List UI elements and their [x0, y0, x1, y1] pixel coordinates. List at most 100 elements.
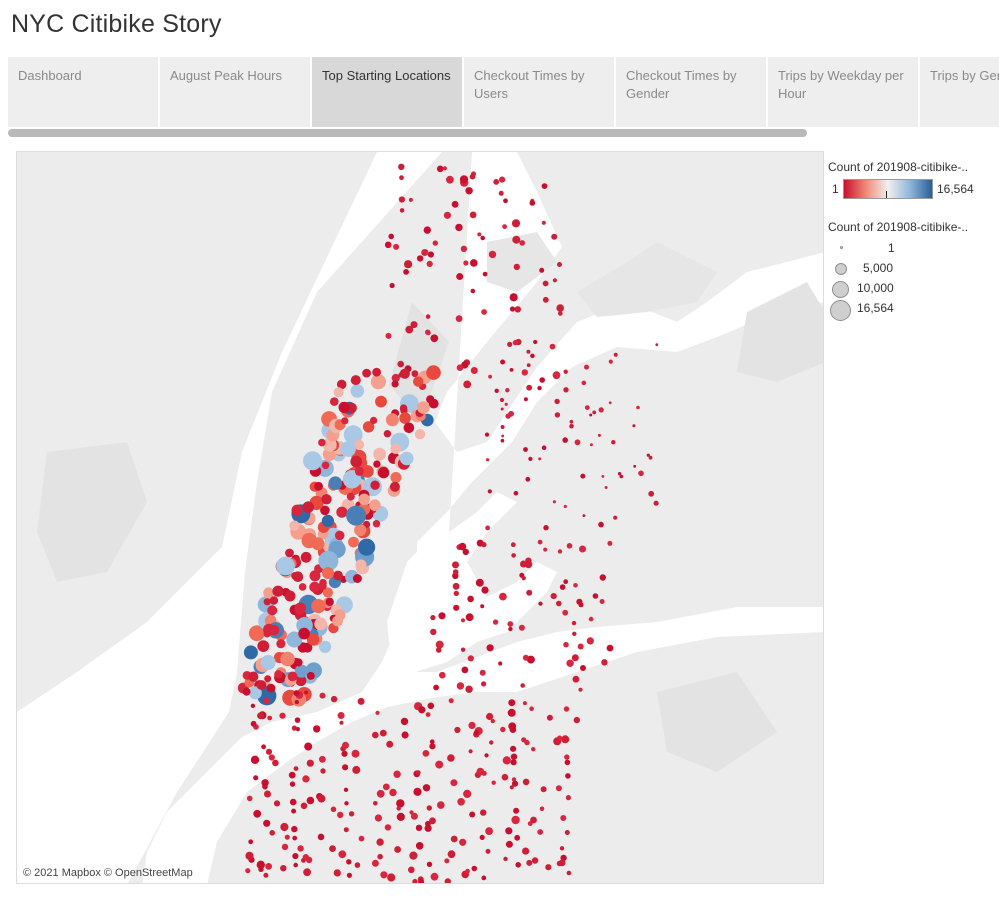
- station-dot: [486, 644, 494, 652]
- station-dot: [292, 835, 298, 841]
- station-dot: [526, 363, 531, 368]
- station-dot: [498, 190, 504, 196]
- station-dot: [521, 576, 526, 581]
- station-dot: [557, 549, 563, 554]
- station-dot: [263, 872, 269, 878]
- station-dot: [507, 708, 516, 717]
- station-dot: [566, 543, 573, 549]
- station-dot: [393, 243, 400, 250]
- tab-trips-by-gender[interactable]: Trips by Gender(..: [920, 57, 999, 127]
- station-dot: [260, 655, 276, 670]
- tab-dashboard[interactable]: Dashboard: [8, 57, 158, 127]
- station-dot: [541, 445, 547, 451]
- station-dot: [350, 455, 363, 468]
- station-dot: [526, 384, 533, 391]
- station-dot: [501, 434, 505, 438]
- station-dot: [580, 473, 586, 479]
- station-dot: [399, 175, 404, 181]
- station-dot: [372, 520, 381, 528]
- station-dot: [531, 857, 539, 864]
- station-dot: [291, 808, 297, 814]
- station-dot: [508, 699, 516, 707]
- station-dot: [509, 368, 514, 372]
- map-attribution[interactable]: © 2021 Mapbox © OpenStreetMap: [23, 867, 193, 879]
- station-dot: [584, 364, 589, 370]
- station-dot: [341, 750, 348, 757]
- station-dot: [504, 402, 508, 406]
- station-dot: [564, 830, 570, 835]
- station-dot: [465, 187, 473, 195]
- station-dot: [529, 200, 536, 206]
- station-dot: [508, 626, 513, 632]
- station-dot: [588, 616, 594, 622]
- tab-trips-by-weekday-per-hour[interactable]: Trips by Weekday per Hour: [768, 57, 918, 127]
- station-dot: [433, 684, 439, 691]
- station-dot: [578, 687, 583, 692]
- station-dot: [563, 706, 570, 712]
- station-dot: [279, 712, 286, 719]
- station-dot: [304, 742, 313, 751]
- station-dot: [426, 861, 433, 867]
- station-dot: [321, 461, 330, 470]
- station-dot: [300, 551, 312, 563]
- size-legend-item: 1: [828, 239, 988, 259]
- station-dot: [559, 846, 565, 851]
- tabs-scrollbar[interactable]: [8, 129, 807, 137]
- station-dot: [373, 801, 378, 806]
- station-dot: [396, 799, 405, 808]
- station-dot: [501, 773, 509, 781]
- station-dot: [414, 429, 426, 440]
- station-dot: [447, 850, 456, 859]
- station-dot: [423, 226, 431, 234]
- station-dot: [572, 675, 580, 683]
- station-dot: [589, 413, 593, 417]
- station-dot: [269, 625, 280, 636]
- station-dot: [447, 754, 455, 762]
- station-dot: [357, 697, 365, 705]
- station-dot: [352, 765, 361, 774]
- station-dot: [543, 525, 549, 531]
- station-map[interactable]: © 2021 Mapbox © OpenStreetMap: [16, 151, 824, 884]
- station-dot: [459, 838, 467, 846]
- size-legend-title: Count of 201908-citibike-..: [828, 220, 969, 234]
- station-dot: [550, 593, 557, 600]
- station-dot: [399, 412, 411, 424]
- station-dot: [376, 789, 385, 798]
- station-dot: [422, 784, 431, 792]
- station-dot: [344, 801, 349, 806]
- station-dot: [492, 619, 499, 625]
- station-dot: [502, 224, 507, 229]
- station-dot: [248, 671, 259, 682]
- station-dot: [526, 859, 533, 866]
- station-dot: [581, 380, 587, 386]
- station-dot: [358, 493, 370, 505]
- station-dot: [563, 641, 569, 648]
- color-legend-max: 16,564: [937, 182, 974, 196]
- tab-checkout-times-by-users[interactable]: Checkout Times by Users: [464, 57, 614, 127]
- station-dot: [562, 609, 569, 616]
- tab-checkout-times-by-gender[interactable]: Checkout Times by Gender: [616, 57, 766, 127]
- station-dot: [274, 670, 283, 679]
- station-dot: [552, 278, 558, 283]
- tab-top-starting-locations[interactable]: Top Starting Locations: [312, 57, 462, 127]
- station-dot: [500, 438, 505, 443]
- station-dot: [306, 796, 315, 805]
- station-dot: [382, 783, 390, 791]
- map-canvas[interactable]: [17, 152, 824, 884]
- station-dot: [336, 506, 348, 518]
- station-dot: [425, 329, 431, 335]
- station-dot: [546, 714, 553, 721]
- tab-august-peak-hours[interactable]: August Peak Hours: [160, 57, 310, 127]
- station-dot: [507, 341, 513, 347]
- station-dot: [295, 727, 300, 732]
- station-dot: [281, 843, 289, 851]
- station-dot: [394, 846, 401, 853]
- station-dot: [413, 376, 424, 387]
- station-dot: [409, 851, 418, 860]
- station-dot: [542, 280, 549, 287]
- station-dot: [471, 865, 478, 872]
- station-dot: [469, 811, 476, 818]
- station-dot: [485, 827, 493, 835]
- station-dot: [435, 647, 442, 653]
- station-dot: [393, 770, 401, 778]
